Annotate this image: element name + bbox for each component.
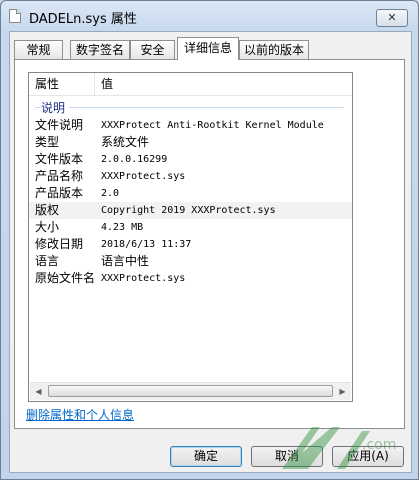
property-name: 产品名称	[35, 169, 84, 183]
group-divider	[35, 107, 344, 108]
detail-row[interactable]: 版权 Copyright 2019 XXXProtect.sys	[29, 202, 352, 219]
property-name: 语言	[35, 254, 60, 268]
detail-row[interactable]: 原始文件名 XXXProtect.sys	[29, 270, 352, 287]
detail-row[interactable]: 类型 系统文件	[29, 134, 352, 151]
property-value: 2018/6/13 11:37	[101, 239, 192, 250]
property-value: XXXProtect.sys	[101, 171, 186, 182]
details-panel: 属性 值 说明 文件说明 XXXProtect Anti-Rootkit Ker…	[14, 59, 405, 429]
detail-row[interactable]: 文件版本 2.0.0.16299	[29, 151, 352, 168]
property-name: 类型	[35, 135, 60, 149]
tab-previous-versions[interactable]: 以前的版本	[239, 40, 309, 59]
tab-details[interactable]: 详细信息	[177, 37, 239, 60]
apply-button[interactable]: 应用(A)	[332, 446, 404, 467]
scroll-right-icon[interactable]: ▶	[334, 383, 351, 400]
close-button[interactable]: ✕	[376, 9, 408, 27]
group-label: 说明	[41, 99, 70, 116]
remove-properties-link[interactable]: 删除属性和个人信息	[26, 406, 134, 423]
property-value: 语言中性	[101, 254, 150, 268]
column-header-value[interactable]: 值	[95, 73, 352, 95]
tab-digital-signatures[interactable]: 数字签名	[70, 40, 130, 59]
horizontal-scrollbar[interactable]: ◀ ▶	[30, 382, 351, 400]
property-value: XXXProtect.sys	[101, 273, 186, 284]
detail-row[interactable]: 产品名称 XXXProtect.sys	[29, 168, 352, 185]
property-value: XXXProtect Anti-Rootkit Kernel Module	[101, 120, 324, 131]
ok-button[interactable]: 确定	[170, 446, 242, 467]
details-list[interactable]: 属性 值 说明 文件说明 XXXProtect Anti-Rootkit Ker…	[28, 72, 353, 402]
group-header-description: 说明	[29, 98, 352, 116]
property-name: 大小	[35, 220, 60, 234]
title-bar[interactable]: DADELn.sys 属性 ✕	[1, 1, 418, 31]
detail-row[interactable]: 文件说明 XXXProtect Anti-Rootkit Kernel Modu…	[29, 117, 352, 134]
detail-row[interactable]: 修改日期 2018/6/13 11:37	[29, 236, 352, 253]
property-name: 版权	[35, 203, 60, 217]
tab-security[interactable]: 安全	[130, 40, 175, 59]
property-value: 4.23 MB	[101, 222, 144, 233]
property-name: 修改日期	[35, 237, 84, 251]
property-name: 文件版本	[35, 152, 84, 166]
window-title: DADELn.sys 属性	[29, 12, 137, 27]
cancel-button[interactable]: 取消	[251, 446, 323, 467]
column-header-property[interactable]: 属性	[29, 73, 95, 95]
properties-window: DADELn.sys 属性 ✕ 常规 数字签名 安全 详细信息 以前的版本 属性…	[0, 0, 419, 480]
property-name: 文件说明	[35, 118, 84, 132]
property-value: Copyright 2019 XXXProtect.sys	[101, 205, 276, 216]
tab-general[interactable]: 常规	[14, 40, 63, 59]
detail-row[interactable]: 语言 语言中性	[29, 253, 352, 270]
list-header: 属性 值	[29, 73, 352, 96]
property-value: 2.0	[101, 188, 120, 199]
scroll-left-icon[interactable]: ◀	[30, 383, 47, 400]
property-name: 产品版本	[35, 186, 84, 200]
property-value: 2.0.0.16299	[101, 154, 168, 165]
file-icon	[9, 9, 21, 23]
property-name: 原始文件名	[35, 271, 96, 285]
detail-row[interactable]: 大小 4.23 MB	[29, 219, 352, 236]
scrollbar-thumb[interactable]	[48, 385, 333, 397]
property-value: 系统文件	[101, 135, 150, 149]
detail-row[interactable]: 产品版本 2.0	[29, 185, 352, 202]
dialog-client: 常规 数字签名 安全 详细信息 以前的版本 属性 值 说明 文件说明 XXXPr…	[9, 31, 412, 473]
